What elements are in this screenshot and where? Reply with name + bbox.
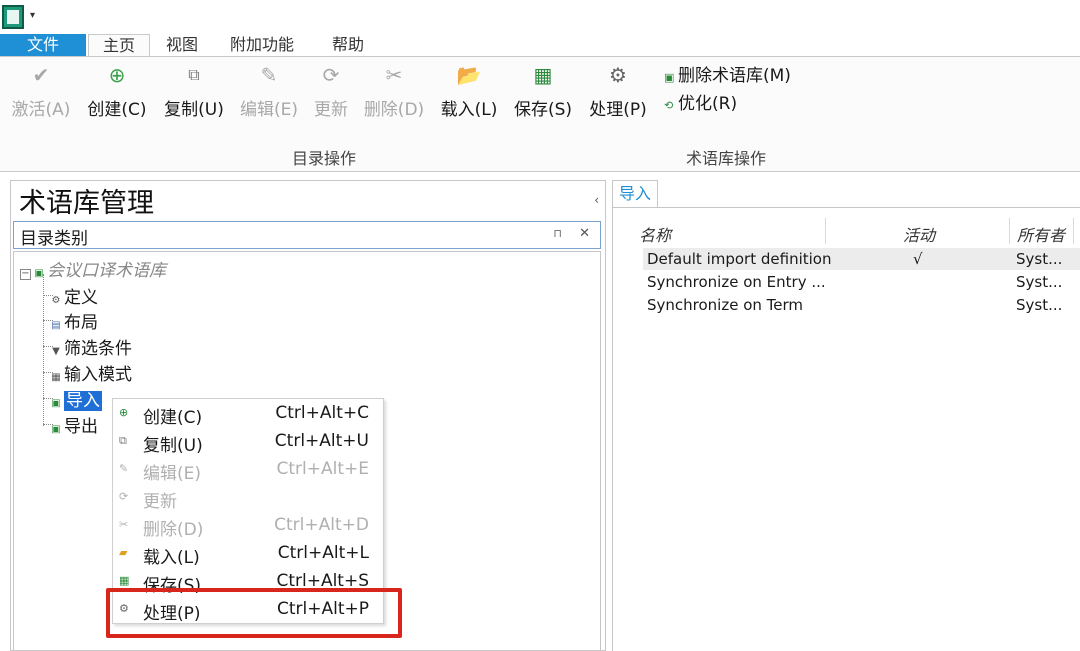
save-icon: ▦: [533, 63, 553, 87]
filter-icon: ▼: [52, 346, 60, 357]
collapse-left-icon[interactable]: ‹: [594, 193, 599, 207]
close-icon[interactable]: ✕: [579, 226, 590, 241]
import-icon: ▣: [51, 398, 61, 409]
tree-item-definition[interactable]: ⚙ 定义: [50, 283, 98, 308]
edit-button[interactable]: ✎ 编辑(E): [236, 61, 302, 123]
app-logo-icon[interactable]: [2, 5, 24, 29]
tab-import[interactable]: 导入: [612, 180, 658, 208]
copy-button[interactable]: ⧉ 复制(U): [160, 61, 228, 123]
ribbon: ✔ 激活(A) ⊕ 创建(C) ⧉ 复制(U) ✎ 编辑(E) ⟳ 更新 ✂ 删…: [0, 56, 1080, 172]
group-label-termbase: 术语库操作: [686, 149, 767, 168]
table-row[interactable]: Synchronize on Term Syst...: [643, 294, 1080, 316]
tree-item-import[interactable]: ▣ 导入: [50, 386, 102, 411]
tree-item-export[interactable]: ▣ 导出: [50, 412, 98, 437]
create-button[interactable]: ⊕ 创建(C): [84, 61, 150, 123]
table-row[interactable]: Synchronize on Entry ... Syst...: [643, 271, 1080, 293]
tree-item-layout[interactable]: ▤ 布局: [50, 308, 98, 333]
pin-icon[interactable]: ⊓: [553, 227, 562, 240]
export-icon: ▣: [51, 424, 61, 435]
table-row[interactable]: Default import definition √ Syst...: [643, 248, 1080, 270]
collapse-icon[interactable]: −: [20, 269, 31, 280]
column-header-name[interactable]: 名称: [639, 222, 671, 246]
highlight-annotation-box: [106, 588, 402, 638]
update-button[interactable]: ⟳ 更新: [310, 61, 352, 123]
folder-open-icon: 📂: [456, 63, 482, 87]
refresh-icon: ⟳: [322, 63, 340, 87]
delete-button[interactable]: ✂ 删除(D): [360, 61, 428, 123]
tab-file[interactable]: 文件: [0, 34, 86, 56]
save-button[interactable]: ▦ 保存(S): [510, 61, 576, 123]
quick-access-dropdown[interactable]: ▾: [30, 10, 35, 21]
tab-help[interactable]: 帮助: [318, 34, 378, 56]
delete-icon: ✂: [385, 63, 403, 87]
add-icon: ⊕: [108, 63, 126, 87]
delete-icon: ✂: [119, 518, 129, 531]
termbase-icon: ▣: [34, 268, 44, 279]
ribbon-tabs: 文件 主页 视图 附加功能 帮助: [0, 34, 1080, 56]
title-bar: ▾: [0, 0, 1080, 34]
import-panel: 导入 名称 活动 所有者 Default import definition √…: [612, 180, 1080, 651]
checkmark-icon: ✔: [32, 63, 50, 87]
import-definitions-table: 名称 活动 所有者 Default import definition √ Sy…: [612, 207, 1080, 651]
tab-view[interactable]: 视图: [152, 34, 212, 56]
tree-item-filter[interactable]: ▼ 筛选条件: [50, 334, 132, 359]
copy-icon: ⧉: [188, 65, 200, 84]
optimize-icon: ⟲: [664, 99, 674, 112]
termbase-delete-icon: ▣: [664, 71, 675, 84]
delete-termbase-button[interactable]: ▣ 删除术语库(M): [664, 61, 791, 86]
edit-icon: ✎: [119, 462, 129, 475]
menu-item-copy[interactable]: ⧉ 复制(U) Ctrl+Alt+U: [113, 429, 383, 457]
add-icon: ⊕: [119, 406, 129, 419]
category-header: 目录类别 ⊓ ✕: [13, 221, 601, 249]
definition-icon: ⚙: [51, 295, 61, 306]
folder-open-icon: ▰: [119, 546, 128, 559]
tree-root-termbase[interactable]: − ▣ 会议口译术语库: [20, 256, 166, 281]
input-model-icon: ▦: [51, 372, 61, 383]
load-button[interactable]: 📂 载入(L): [438, 61, 500, 123]
column-header-active[interactable]: 活动: [903, 222, 935, 246]
layout-icon: ▤: [51, 320, 61, 331]
menu-item-update[interactable]: ⟳ 更新: [113, 485, 383, 513]
refresh-icon: ⟳: [119, 490, 129, 503]
save-icon: ▦: [119, 574, 130, 587]
menu-item-edit[interactable]: ✎ 编辑(E) Ctrl+Alt+E: [113, 457, 383, 485]
menu-item-load[interactable]: ▰ 载入(L) Ctrl+Alt+L: [113, 541, 383, 569]
menu-item-delete[interactable]: ✂ 删除(D) Ctrl+Alt+D: [113, 513, 383, 541]
edit-icon: ✎: [260, 63, 278, 87]
tab-addins[interactable]: 附加功能: [216, 34, 308, 56]
panel-title: 术语库管理: [19, 188, 154, 219]
menu-item-create[interactable]: ⊕ 创建(C) Ctrl+Alt+C: [113, 401, 383, 429]
gear-icon: ⚙: [609, 63, 627, 87]
tab-home[interactable]: 主页: [88, 34, 150, 56]
process-button[interactable]: ⚙ 处理(P): [584, 61, 652, 123]
copy-icon: ⧉: [119, 434, 127, 447]
group-label-catalog: 目录操作: [292, 149, 357, 168]
tree-item-input-model[interactable]: ▦ 输入模式: [50, 360, 132, 385]
column-header-owner[interactable]: 所有者: [1017, 222, 1065, 246]
activate-button[interactable]: ✔ 激活(A): [8, 61, 74, 123]
optimize-button[interactable]: ⟲ 优化(R): [664, 89, 737, 114]
